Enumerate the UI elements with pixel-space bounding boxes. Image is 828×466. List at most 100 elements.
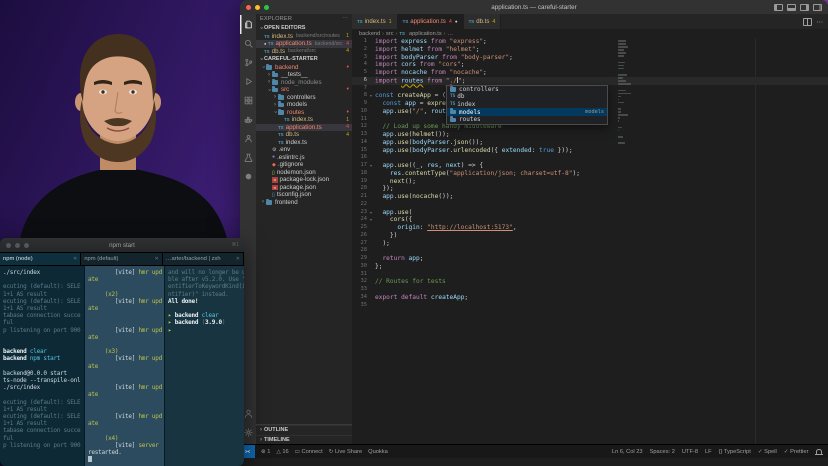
- open-editors-header[interactable]: › OPEN EDITORS: [256, 24, 352, 33]
- code-line[interactable]: 5import nocache from "nocache";: [352, 69, 828, 77]
- outline-header[interactable]: › OUTLINE: [256, 425, 352, 435]
- close-icon[interactable]: ✕: [234, 256, 240, 262]
- status-item-Quokka[interactable]: Quokka: [368, 449, 388, 455]
- open-editor-item[interactable]: TSindex.tsbackend/src/routes1: [256, 33, 352, 41]
- suggest-item-db[interactable]: TSdb: [447, 93, 607, 101]
- timeline-header[interactable]: › TIMELINE: [256, 435, 352, 445]
- code-line[interactable]: 13 app.use(helmet());: [352, 131, 828, 139]
- docker-icon[interactable]: [240, 110, 256, 129]
- close-icon[interactable]: ✕: [71, 256, 77, 262]
- status-item[interactable]: ✓ Spell: [758, 449, 777, 455]
- breadcrumb-segment[interactable]: application.ts: [409, 31, 442, 37]
- tree-item-index.ts[interactable]: TSindex.ts: [256, 139, 352, 147]
- tree-item-nodemon.json[interactable]: {}nodemon.json: [256, 169, 352, 177]
- bell-icon[interactable]: [816, 449, 823, 455]
- tree-item-routes[interactable]: ›routes•: [256, 109, 352, 117]
- search-icon[interactable]: [240, 34, 256, 53]
- status-item[interactable]: UTF-8: [682, 449, 698, 455]
- code-line[interactable]: 28: [352, 247, 828, 255]
- run-and-debug-icon[interactable]: [240, 72, 256, 91]
- project-header[interactable]: › CAREFUL-STARTER: [256, 55, 352, 64]
- vscode-titlebar[interactable]: application.ts — careful-starter: [240, 0, 828, 14]
- code-line[interactable]: 25 origin: "http://localhost:5173",: [352, 224, 828, 232]
- code-line[interactable]: 6import routes from "./";: [352, 77, 828, 85]
- status-item-Connect[interactable]: ▭Connect: [295, 449, 323, 455]
- code-line[interactable]: 24⌄ cors({: [352, 216, 828, 224]
- explorer-icon[interactable]: [240, 15, 256, 34]
- tree-item-.eslintrc.js[interactable]: ●.eslintrc.js: [256, 154, 352, 162]
- tree-item-package-lock.json[interactable]: npackage-lock.json: [256, 176, 352, 184]
- code-line[interactable]: 2import helmet from "helmet";: [352, 46, 828, 54]
- code-line[interactable]: 32// Routes for tests: [352, 278, 828, 286]
- code-line[interactable]: 31: [352, 271, 828, 279]
- breadcrumb-segment[interactable]: backend: [359, 31, 380, 37]
- tree-item-.env[interactable]: ⚙.env: [256, 146, 352, 154]
- status-item[interactable]: LF: [705, 449, 712, 455]
- more-actions-icon[interactable]: ⋯: [342, 16, 348, 22]
- code-line[interactable]: 34export default createApp;: [352, 294, 828, 302]
- code-line[interactable]: 26 }): [352, 232, 828, 240]
- code-line[interactable]: 3import bodyParser from "body-parser";: [352, 54, 828, 62]
- tree-item-__tests__[interactable]: ›__tests__: [256, 71, 352, 79]
- suggest-item-routes[interactable]: routes: [447, 116, 607, 124]
- code-line[interactable]: 27 );: [352, 240, 828, 248]
- tree-item-package.json[interactable]: npackage.json: [256, 184, 352, 192]
- layout-sidebar-right-icon[interactable]: [800, 4, 809, 11]
- code-line[interactable]: 30};: [352, 263, 828, 271]
- code-line[interactable]: 14 app.use(bodyParser.json());: [352, 139, 828, 147]
- breadcrumb-segment[interactable]: …: [448, 31, 454, 37]
- terminal-pane-node[interactable]: ./src/index ecuting (default): SELE1+1 A…: [0, 266, 85, 466]
- tab-db.ts[interactable]: TSdb.ts4: [464, 14, 502, 29]
- tree-item-.gitignore[interactable]: ◆.gitignore: [256, 161, 352, 169]
- code-line[interactable]: 20 });: [352, 185, 828, 193]
- terminal-tab[interactable]: npm (node)✕: [0, 253, 81, 265]
- terminal-pane-zsh[interactable]: and will no longer be usable after v5.2.…: [165, 266, 244, 466]
- gitlens-icon[interactable]: [240, 167, 256, 186]
- code-line[interactable]: 33: [352, 286, 828, 294]
- code-line[interactable]: 4import cors from "cors";: [352, 61, 828, 69]
- tree-item-application.ts[interactable]: TSapplication.ts4: [256, 124, 352, 132]
- code-line[interactable]: 22: [352, 201, 828, 209]
- code-line[interactable]: 17⌄ app.use((_, res, next) => {: [352, 162, 828, 170]
- tree-item-db.ts[interactable]: TSdb.ts4: [256, 131, 352, 139]
- code-line[interactable]: 1import express from "express";: [352, 38, 828, 46]
- status-item-Live Share[interactable]: ↻Live Share: [329, 449, 362, 455]
- tree-item-controllers[interactable]: ›controllers: [256, 94, 352, 102]
- split-editor-icon[interactable]: [803, 18, 812, 26]
- code-line[interactable]: 16: [352, 154, 828, 162]
- suggest-item-controllers[interactable]: controllers: [447, 86, 607, 94]
- code-line[interactable]: 19 next();: [352, 178, 828, 186]
- breadcrumb[interactable]: backend›src›TSapplication.ts›…: [352, 29, 828, 38]
- terminal-tab[interactable]: npm (default)✕: [81, 253, 162, 265]
- status-item[interactable]: Ln 6, Col 23: [612, 449, 643, 455]
- more-actions-icon[interactable]: ⋯: [817, 18, 824, 26]
- status-item[interactable]: ✓ Prettier: [784, 449, 809, 455]
- minimap[interactable]: [618, 40, 632, 148]
- code-line[interactable]: 23⌄ app.use(: [352, 209, 828, 217]
- tree-item-tsconfig.json[interactable]: {}tsconfig.json: [256, 191, 352, 199]
- testing-icon[interactable]: [240, 148, 256, 167]
- extensions-icon[interactable]: [240, 91, 256, 110]
- code-line[interactable]: 35: [352, 302, 828, 310]
- status-item-16[interactable]: △16: [276, 449, 288, 455]
- layout-panel-bottom-icon[interactable]: [787, 4, 796, 11]
- layout-customize-icon[interactable]: [813, 4, 822, 11]
- code-line[interactable]: 15 app.use(bodyParser.urlencoded({ exten…: [352, 147, 828, 155]
- tree-item-models[interactable]: ›models: [256, 101, 352, 109]
- tree-item-src[interactable]: ›src•: [256, 86, 352, 94]
- close-icon[interactable]: ✕: [152, 256, 158, 262]
- terminal-tab[interactable]: …arter/backend | zsh✕: [163, 253, 244, 265]
- breadcrumb-segment[interactable]: src: [386, 31, 393, 37]
- suggest-item-models[interactable]: modelsmodels: [447, 108, 607, 116]
- layout-sidebar-left-icon[interactable]: [774, 4, 783, 11]
- tree-item-frontend[interactable]: ›frontend: [256, 199, 352, 207]
- terminal-titlebar[interactable]: npm start ⌘1: [0, 238, 244, 252]
- terminal-pane-vite[interactable]: [vite] hmr update (x2) [vite] hmr update…: [85, 266, 165, 466]
- status-item[interactable]: Spaces: 2: [650, 449, 675, 455]
- tree-item-node_modules[interactable]: ›node_modules: [256, 79, 352, 87]
- code-editor[interactable]: 1import express from "express";2import h…: [352, 38, 828, 444]
- tab-application.ts[interactable]: TSapplication.ts4●: [398, 14, 464, 29]
- open-editor-item[interactable]: ●TSapplication.tsbackend/src4: [256, 40, 352, 48]
- code-line[interactable]: 18 res.contentType("application/json; ch…: [352, 170, 828, 178]
- suggest-item-index[interactable]: TSindex: [447, 101, 607, 109]
